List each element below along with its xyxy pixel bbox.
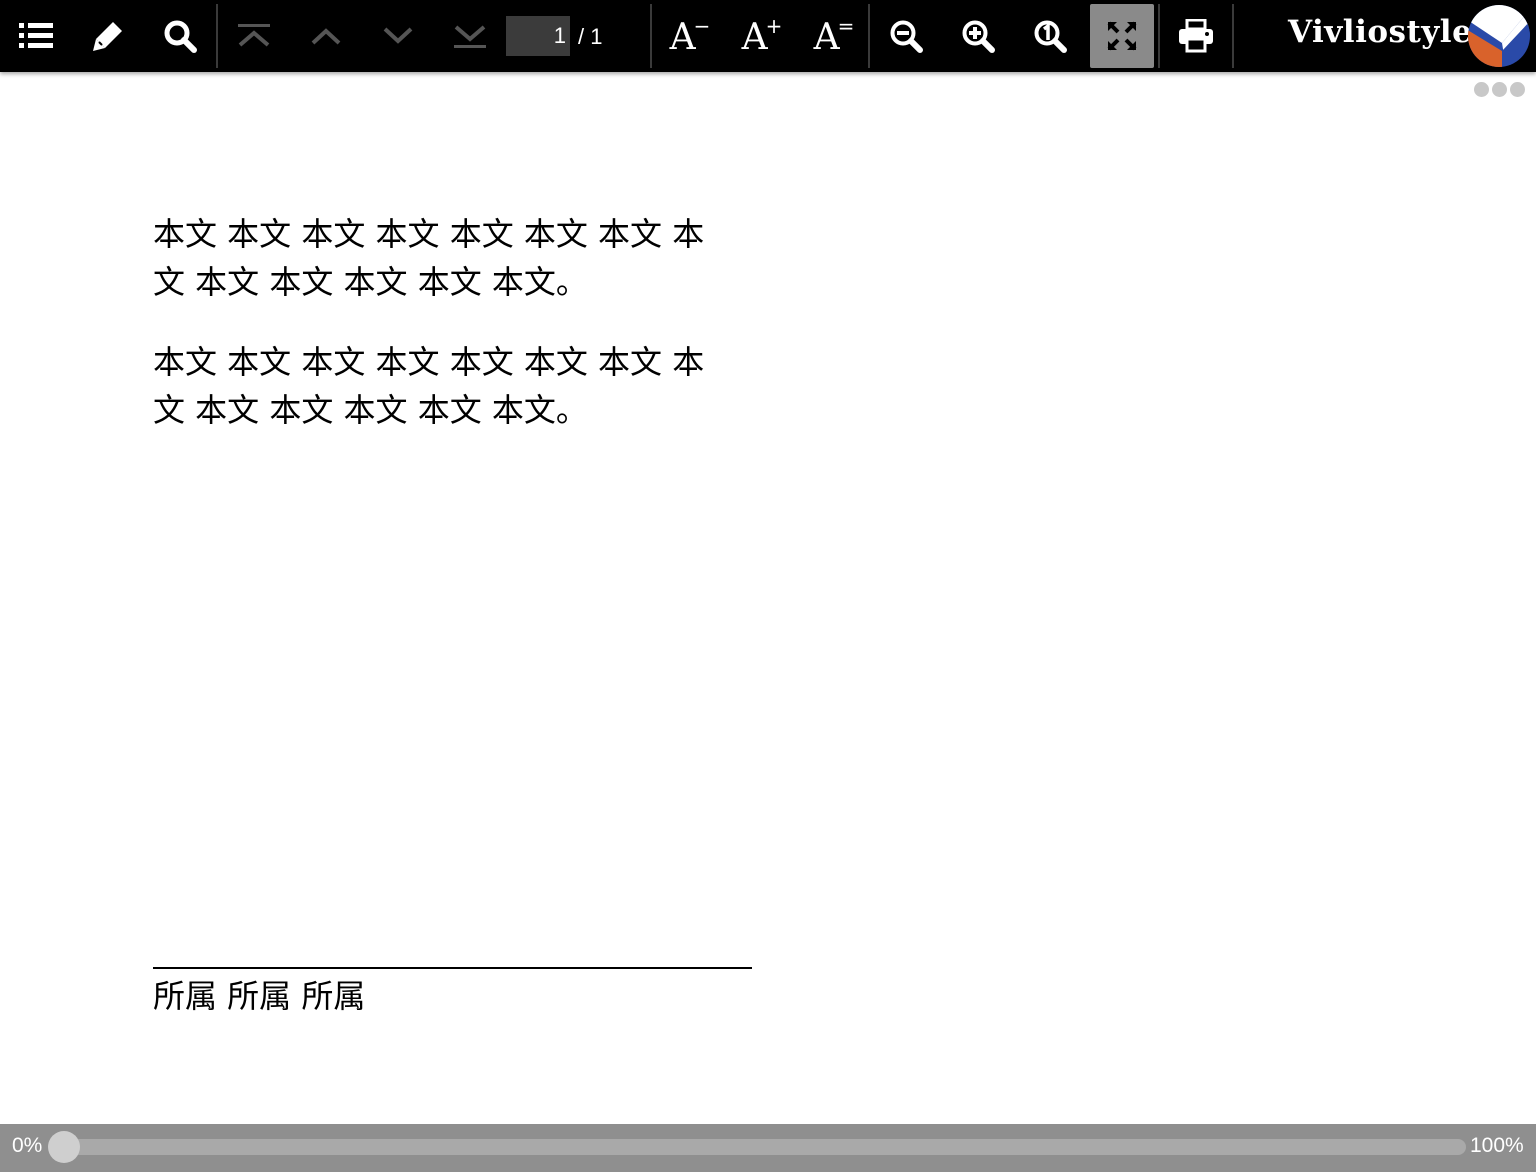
chevron-down-icon xyxy=(383,27,413,44)
toc-button[interactable] xyxy=(4,4,68,68)
more-options-button[interactable] xyxy=(1474,82,1525,97)
body-paragraph: 本文 本文 本文 本文 本文 本文 本文 本文 本文 本文 本文 本文 本文。 xyxy=(153,343,705,429)
document-page: 本文 本文 本文 本文 本文 本文 本文 本文 本文 本文 本文 本文 本文。 … xyxy=(153,210,753,466)
previous-page-button[interactable] xyxy=(294,4,358,68)
dot-icon xyxy=(1492,82,1507,97)
font-size-decrease-button[interactable]: A− xyxy=(658,4,722,68)
font-decrease-icon: A− xyxy=(669,14,711,58)
zoom-out-button[interactable] xyxy=(874,4,938,68)
zoom-in-icon xyxy=(962,20,995,53)
dot-icon xyxy=(1510,82,1525,97)
font-size-increase-button[interactable]: A+ xyxy=(730,4,794,68)
progress-start-label: 0% xyxy=(12,1134,43,1157)
font-increase-icon: A+ xyxy=(741,14,783,58)
toolbar-separator xyxy=(216,4,218,68)
progress-end-label: 100% xyxy=(1470,1134,1524,1157)
page-total-label: / 1 xyxy=(578,24,603,49)
dot-icon xyxy=(1474,82,1489,97)
marker-pen-icon xyxy=(93,22,122,51)
first-page-icon xyxy=(238,24,270,47)
vivliostyle-logo-icon xyxy=(1468,5,1530,67)
marker-button[interactable] xyxy=(76,4,140,68)
viewer-toolbar: / 1 A− A+ A= xyxy=(0,0,1536,72)
toolbar-separator xyxy=(1158,4,1160,68)
list-icon xyxy=(19,23,53,48)
toolbar-separator xyxy=(868,4,870,68)
zoom-in-button[interactable] xyxy=(946,4,1010,68)
fit-screen-icon xyxy=(1107,21,1137,51)
font-size-reset-button[interactable]: A= xyxy=(802,4,866,68)
fit-to-screen-button[interactable] xyxy=(1090,4,1154,68)
page-number-input[interactable] xyxy=(506,16,570,56)
footnote-divider xyxy=(153,967,752,969)
affiliation-text: 所属 所属 所属 xyxy=(153,977,366,1015)
toolbar-separator xyxy=(650,4,652,68)
print-button[interactable] xyxy=(1164,4,1228,68)
zoom-actual-size-button[interactable] xyxy=(1018,4,1082,68)
chevron-up-icon xyxy=(311,28,341,45)
font-reset-icon: A= xyxy=(813,14,855,58)
brand-name: Vivliostyle xyxy=(1288,14,1473,50)
progress-track[interactable] xyxy=(56,1139,1466,1155)
printer-icon xyxy=(1179,19,1213,53)
last-page-button[interactable] xyxy=(438,4,502,68)
zoom-actual-icon xyxy=(1034,20,1067,53)
zoom-out-icon xyxy=(890,20,923,53)
first-page-button[interactable] xyxy=(222,4,286,68)
progress-slider-thumb[interactable] xyxy=(48,1131,80,1163)
next-page-button[interactable] xyxy=(366,4,430,68)
body-paragraph: 本文 本文 本文 本文 本文 本文 本文 本文 本文 本文 本文 本文 本文。 xyxy=(153,215,705,301)
toolbar-separator xyxy=(1232,4,1234,68)
reading-progress-bar: 0% 100% xyxy=(0,1124,1536,1172)
search-button[interactable] xyxy=(148,4,212,68)
search-icon xyxy=(164,20,197,53)
last-page-icon xyxy=(454,25,486,48)
